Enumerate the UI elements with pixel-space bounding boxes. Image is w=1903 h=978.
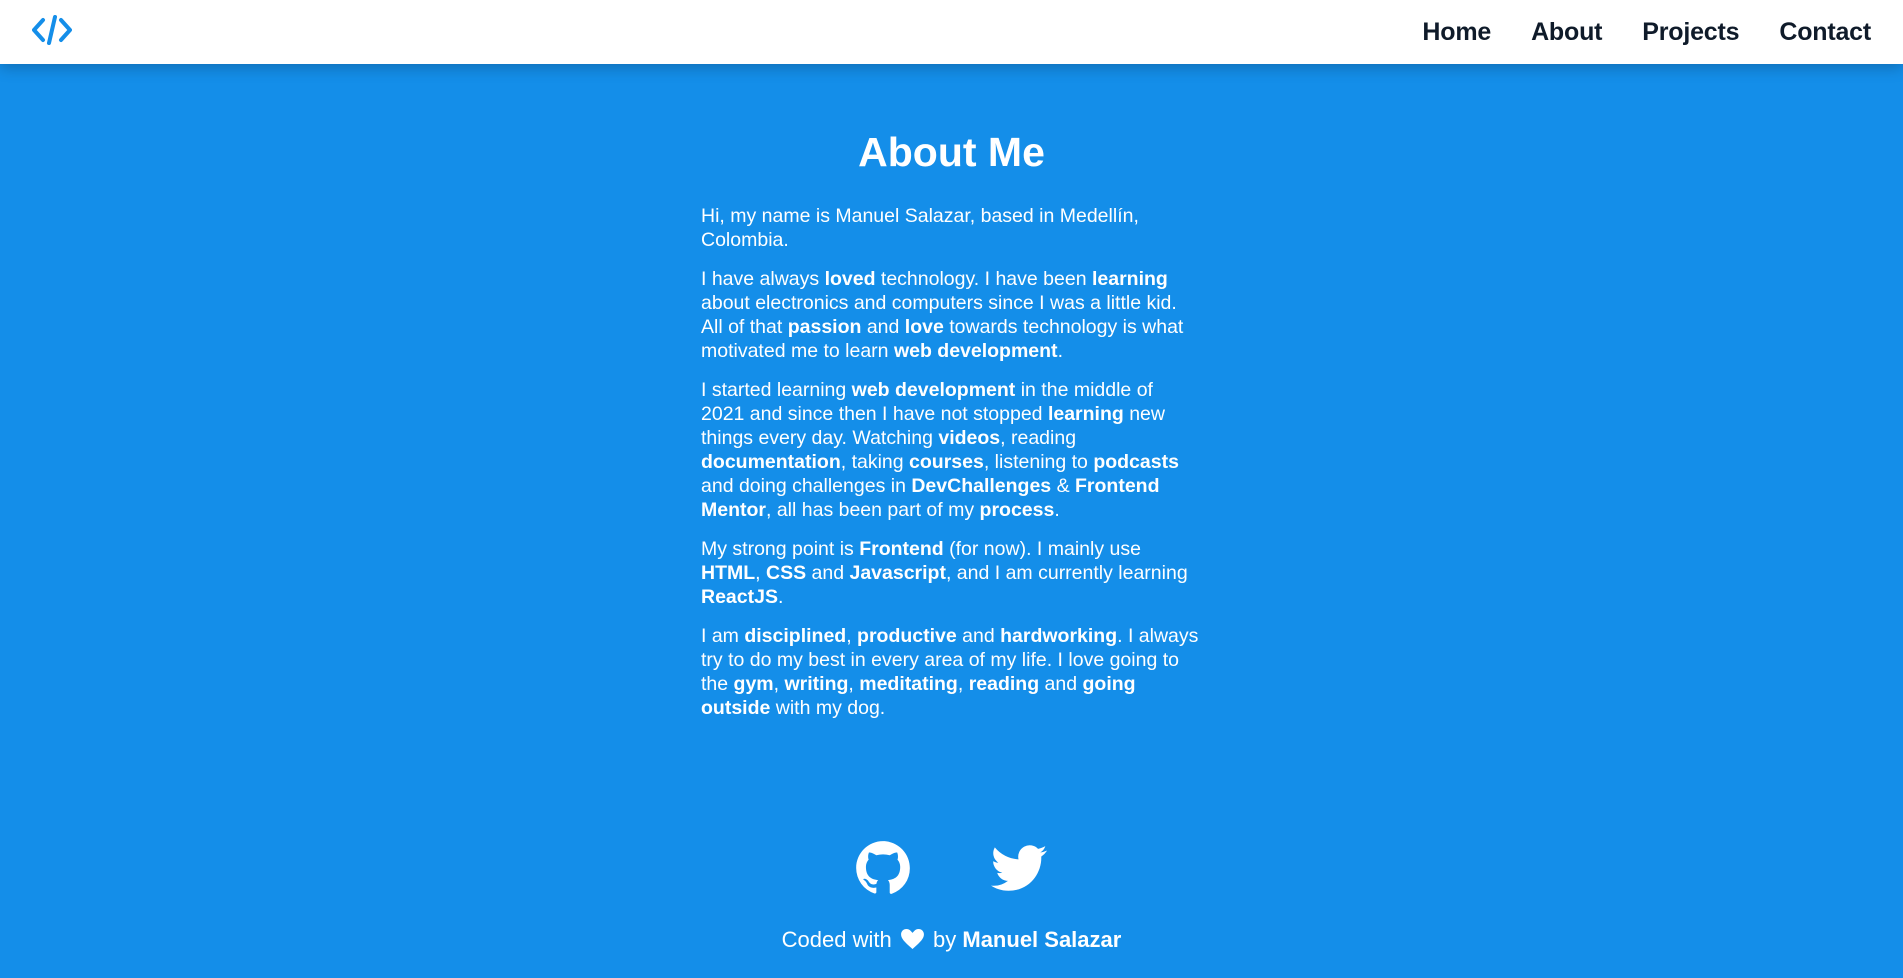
emphasis-text: learning: [1091, 268, 1168, 290]
emphasis-text: productive: [857, 625, 957, 647]
nav-links: Home About Projects Contact: [1422, 0, 1871, 64]
emphasis-text: passion: [787, 316, 862, 338]
emphasis-text: HTML: [701, 562, 756, 584]
credit-name[interactable]: Manuel Salazar: [962, 927, 1121, 952]
paragraph-text: I am: [701, 625, 745, 647]
paragraph-text: &: [1051, 475, 1075, 497]
about-section: About Me: [0, 128, 1903, 176]
emphasis-text: Frontend: [859, 538, 944, 560]
paragraph-text: ,: [846, 625, 858, 647]
paragraph-text: I have always: [701, 268, 825, 290]
credit-by: by: [933, 927, 957, 952]
paragraph-text: and: [1039, 673, 1083, 695]
paragraph-text: technology. I have been: [875, 268, 1092, 290]
emphasis-text: web development: [893, 340, 1058, 362]
paragraph-text: and doing challenges in: [701, 475, 912, 497]
logo-code-icon[interactable]: [28, 12, 76, 48]
emphasis-text: reading: [968, 673, 1040, 695]
emphasis-text: web development: [851, 379, 1016, 401]
paragraph-text: ,: [755, 562, 766, 584]
emphasis-text: DevChallenges: [911, 475, 1052, 497]
emphasis-text: loved: [824, 268, 876, 290]
paragraph-text: , all has been part of my: [766, 499, 980, 521]
github-icon: [856, 841, 910, 894]
emphasis-text: learning: [1047, 403, 1124, 425]
emphasis-text: documentation: [701, 451, 841, 473]
paragraph-text: ,: [848, 673, 860, 695]
about-paragraph-1: Hi, my name is Manuel Salazar, based in …: [701, 204, 1201, 252]
paragraph-text: .: [1057, 340, 1063, 362]
about-text: Hi, my name is Manuel Salazar, based in …: [701, 204, 1201, 735]
github-link[interactable]: [855, 840, 911, 896]
nav-link-about[interactable]: About: [1531, 18, 1602, 47]
about-paragraph-4: My strong point is Frontend (for now). I…: [701, 537, 1201, 609]
paragraph-text: ,: [773, 673, 785, 695]
emphasis-text: courses: [909, 451, 984, 473]
footer-credit: Coded with by Manuel Salazar: [0, 926, 1903, 954]
emphasis-text: meditating: [859, 673, 958, 695]
nav-link-contact[interactable]: Contact: [1779, 18, 1871, 47]
paragraph-text: , listening to: [983, 451, 1094, 473]
navbar: Home About Projects Contact: [0, 0, 1903, 64]
paragraph-text: and: [806, 562, 850, 584]
paragraph-text: ,: [957, 673, 969, 695]
emphasis-text: disciplined: [744, 625, 847, 647]
paragraph-text: My strong point is: [701, 538, 860, 560]
emphasis-text: process: [979, 499, 1055, 521]
twitter-link[interactable]: [991, 840, 1047, 896]
paragraph-text: .: [777, 586, 784, 608]
about-paragraph-2: I have always loved technology. I have b…: [701, 267, 1201, 363]
code-icon: [32, 15, 72, 45]
emphasis-text: gym: [733, 673, 774, 695]
heart-icon: [900, 929, 924, 949]
paragraph-text: Hi, my name is Manuel Salazar, based in …: [701, 205, 1139, 251]
paragraph-text: .: [1054, 499, 1060, 521]
paragraph-text: with my dog.: [770, 697, 886, 719]
social-links: [855, 840, 1047, 894]
paragraph-text: , reading: [1000, 427, 1077, 449]
emphasis-text: CSS: [766, 562, 807, 584]
page-title: About Me: [858, 129, 1045, 175]
paragraph-text: and: [861, 316, 905, 338]
paragraph-text: , taking: [840, 451, 910, 473]
emphasis-text: podcasts: [1093, 451, 1179, 473]
twitter-icon: [991, 845, 1047, 891]
emphasis-text: hardworking: [1000, 625, 1118, 647]
emphasis-text: love: [904, 316, 944, 338]
nav-link-projects[interactable]: Projects: [1642, 18, 1739, 47]
emphasis-text: videos: [938, 427, 1001, 449]
credit-prefix: Coded with: [781, 927, 892, 952]
about-paragraph-5: I am disciplined, productive and hardwor…: [701, 624, 1201, 720]
emphasis-text: ReactJS: [701, 586, 778, 608]
paragraph-text: I started learning: [701, 379, 852, 401]
paragraph-text: , and I am currently learning: [945, 562, 1188, 584]
paragraph-text: (for now). I mainly use: [943, 538, 1141, 560]
emphasis-text: Javascript: [849, 562, 946, 584]
emphasis-text: writing: [784, 673, 849, 695]
about-paragraph-3: I started learning web development in th…: [701, 378, 1201, 522]
nav-link-home[interactable]: Home: [1422, 18, 1491, 47]
paragraph-text: and: [956, 625, 1001, 647]
